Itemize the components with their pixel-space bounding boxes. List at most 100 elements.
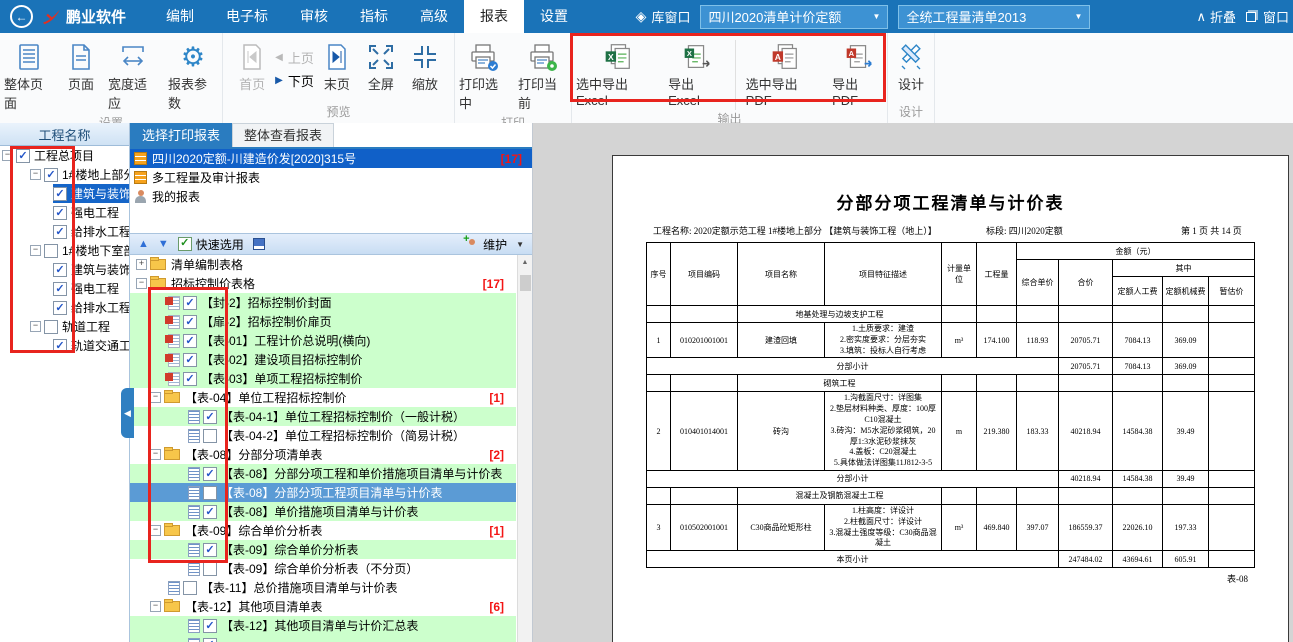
tree-toggle-icon[interactable]: − [150,449,161,460]
tree-toggle-icon[interactable]: + [136,259,147,270]
tree-toggle-icon[interactable]: − [30,245,41,256]
report-checkbox[interactable] [203,562,217,576]
project-tree-item[interactable]: −✓工程总项目 [0,146,129,165]
project-node[interactable]: 轨道工程 [44,317,129,336]
report-tree-item[interactable]: 【表-09】综合单价分析表（不分页） [130,559,516,578]
report-group-item[interactable]: 我的报表 [130,187,532,206]
report-folder-item[interactable]: −【表-08】分部分项清单表[2] [130,445,516,464]
menu-item-6[interactable]: 报表 [464,0,524,33]
report-checkbox[interactable]: ✓ [203,467,217,481]
window-button[interactable]: 窗口 [1246,7,1289,26]
prev-page-button[interactable]: ◀上页 [275,48,314,67]
tree-toggle-icon[interactable]: − [2,150,13,161]
project-node[interactable]: ✓建筑与装饰 [53,260,129,279]
menu-item-7[interactable]: 设置 [524,0,584,33]
project-node[interactable]: ✓1#楼地上部分 [44,165,129,184]
next-page-button[interactable]: ▶下页 [275,71,314,90]
report-group-item[interactable]: 四川2020定额-川建造价发[2020]315号[17] [130,149,532,168]
report-tree-item[interactable]: ✓【表-12】其他项目清单与计价汇总表 [130,616,516,635]
print-selected-button[interactable]: 打印选中 [455,38,512,114]
whole-page-button[interactable]: 整体页面 [0,38,58,114]
pdf-selected-button[interactable]: A选中导出PDF [742,38,826,110]
project-checkbox[interactable]: ✓ [53,206,67,220]
report-tree-item[interactable]: ✓【表-04-1】单位工程招标控制价（一般计税） [130,407,516,426]
report-folder-item[interactable]: −【表-12】其他项目清单表[6] [130,597,516,616]
back-button[interactable]: ← [10,5,33,28]
quick-select-button[interactable]: ✓ 快速选用 [178,236,244,253]
pdf-button[interactable]: A导出PDF [828,38,887,110]
quota-dropdown[interactable]: 四川2020清单计价定额 ▼ [700,5,888,29]
design-button[interactable]: 设计 [890,38,932,95]
report-checkbox[interactable]: ✓ [183,372,197,386]
fullscreen-button[interactable]: 全屏 [360,38,402,95]
project-checkbox[interactable]: ✓ [53,225,67,239]
report-tree-item[interactable]: 【表-08】分部分项工程项目清单与计价表 [130,483,516,502]
report-tree-item[interactable]: ✓【表-01】工程计价总说明(横向) [130,331,516,350]
tree-toggle-icon[interactable]: − [150,601,161,612]
gear-button[interactable]: ⚙报表参数 [164,38,222,114]
tab-view-whole-report[interactable]: 整体查看报表 [232,123,334,147]
report-tree-item[interactable]: ✓【扉-2】招标控制价扉页 [130,312,516,331]
project-tree-item[interactable]: ✓给排水工程 [0,222,129,241]
scroll-up-icon[interactable]: ▲ [518,255,532,270]
zoom-button[interactable]: 缩放 [404,38,446,95]
menu-item-4[interactable]: 指标 [344,0,404,33]
print-current-button[interactable]: 打印当前 [514,38,571,114]
report-tree-item[interactable]: ✓【表-09】综合单价分析表 [130,540,516,559]
panel-collapse-handle[interactable]: ◀ [121,388,134,438]
report-group-item[interactable]: 多工程量及审计报表 [130,168,532,187]
project-checkbox[interactable]: ✓ [53,282,67,296]
project-node[interactable]: ✓建筑与装饰 [53,184,129,203]
project-node[interactable]: ✓强电工程 [53,279,129,298]
excel-selected-button[interactable]: X选中导出Excel [572,38,662,110]
project-tree-item[interactable]: −1#楼地下室部分 [0,241,129,260]
project-checkbox[interactable]: ✓ [16,149,30,163]
report-folder-item[interactable]: +清单编制表格 [130,255,516,274]
project-node[interactable]: ✓给排水工程 [53,298,129,317]
report-tree-item[interactable]: 【表-04-2】单位工程招标控制价（简易计税） [130,426,516,445]
list-dropdown[interactable]: 全统工程量清单2013 ▼ [898,5,1090,29]
report-checkbox[interactable]: ✓ [203,505,217,519]
report-checkbox[interactable]: ✓ [203,410,217,424]
report-checkbox[interactable] [203,429,217,443]
maintain-button[interactable]: 维护 [465,236,507,253]
last-page-button[interactable]: 末页 [316,38,358,95]
tree-toggle-icon[interactable]: − [30,321,41,332]
report-checkbox[interactable]: ✓ [183,353,197,367]
library-window-button[interactable]: ◈ 库窗口 [636,7,691,26]
report-checkbox[interactable]: ✓ [203,638,217,642]
project-node[interactable]: ✓轨道交通工程 [53,336,129,355]
report-checkbox[interactable] [203,486,217,500]
project-tree-item[interactable]: ✓轨道交通工程 [0,336,129,355]
project-node[interactable]: ✓给排水工程 [53,222,129,241]
project-checkbox[interactable]: ✓ [53,301,67,315]
project-tree-item[interactable]: ✓建筑与装饰 [0,260,129,279]
move-up-icon[interactable]: ▲ [138,238,149,250]
maintain-dropdown-icon[interactable]: ▼ [516,240,524,249]
menu-item-5[interactable]: 高级 [404,0,464,33]
menu-item-3[interactable]: 审核 [284,0,344,33]
page-button[interactable]: 页面 [60,38,102,95]
project-checkbox[interactable]: ✓ [53,339,67,353]
project-checkbox[interactable] [44,320,58,334]
tree-toggle-icon[interactable]: − [150,525,161,536]
menu-item-2[interactable]: 电子标 [210,0,284,33]
report-checkbox[interactable]: ✓ [183,315,197,329]
report-tree-item[interactable]: ✓ [130,635,516,642]
project-tree-item[interactable]: ✓建筑与装饰 [0,184,129,203]
fit-width-button[interactable]: 宽度适应 [104,38,162,114]
report-folder-item[interactable]: −招标控制价表格[17] [130,274,516,293]
report-checkbox[interactable]: ✓ [183,296,197,310]
project-node[interactable]: 1#楼地下室部分 [44,241,129,260]
report-tree-item[interactable]: ✓【表-08】分部分项工程和单价措施项目清单与计价表 [130,464,516,483]
menu-item-1[interactable]: 编制 [150,0,210,33]
report-tree-item[interactable]: 【表-11】总价措施项目清单与计价表 [130,578,516,597]
save-scheme-icon[interactable] [253,238,265,250]
report-tree-item[interactable]: ✓【表-03】单项工程招标控制价 [130,369,516,388]
report-tree-scrollbar[interactable]: ▲ [517,255,532,642]
project-checkbox[interactable]: ✓ [53,263,67,277]
excel-button[interactable]: X导出Excel [664,38,729,110]
project-checkbox[interactable] [44,244,58,258]
project-checkbox[interactable]: ✓ [53,187,67,201]
first-page-button[interactable]: 首页 [231,38,273,95]
